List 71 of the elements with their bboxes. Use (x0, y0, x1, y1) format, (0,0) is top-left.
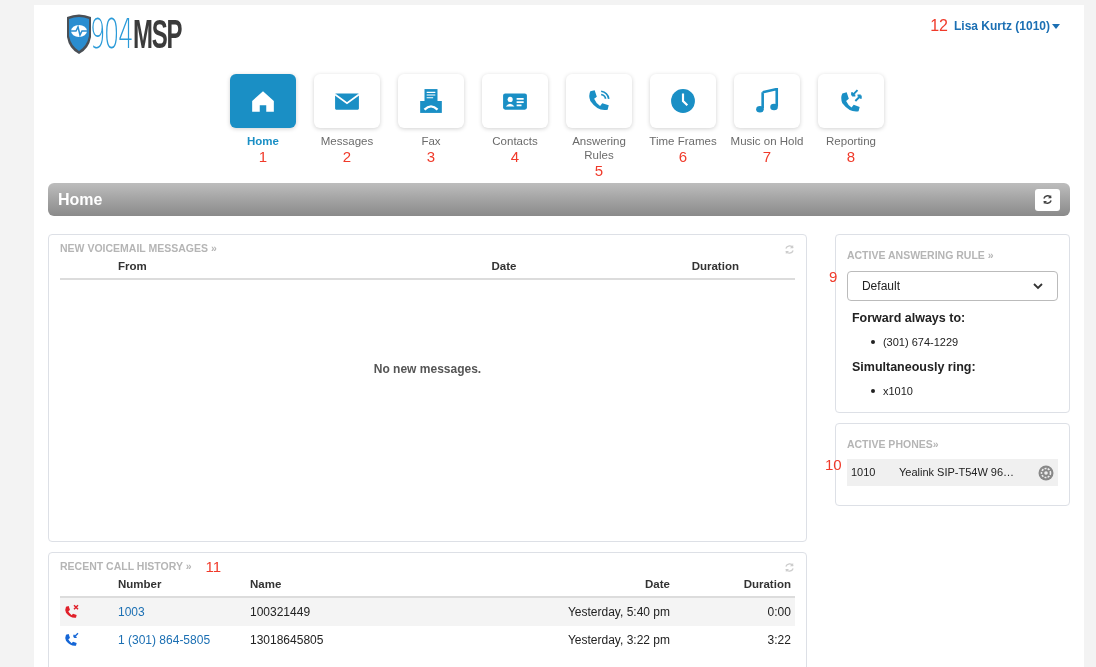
table-cell-text: 3:22 (766, 632, 792, 649)
column-header: From (117, 259, 148, 275)
table-cell-text: Yesterday, 3:22 pm (566, 632, 670, 649)
nav-label[interactable]: Time Frames (646, 134, 720, 148)
nav-label[interactable]: Fax (394, 134, 468, 148)
column-header: Number (117, 577, 163, 593)
annotation-number: 11 (205, 560, 222, 574)
refresh-icon (783, 561, 795, 573)
extension-text: 1010 (850, 465, 877, 481)
device-name: Yealink SIP-T54W 96… (898, 465, 1016, 481)
annotation-number: 6 (678, 150, 688, 164)
refresh-button[interactable] (1035, 188, 1060, 211)
refresh-icon (783, 243, 795, 255)
nav-tile[interactable] (650, 74, 716, 128)
phone-arrows-icon (838, 88, 864, 114)
chevron-down-icon (1033, 282, 1043, 290)
user-menu[interactable]: Lisa Kurtz (1010) (953, 17, 1060, 35)
fax-icon (418, 88, 444, 114)
annotation-number: 9 (828, 267, 838, 287)
annotation-number: 7 (762, 150, 772, 164)
gear-icon[interactable] (1038, 464, 1054, 481)
bullet-icon (870, 389, 875, 394)
music-note-icon (754, 88, 780, 114)
nav-label[interactable]: Music on Hold (730, 134, 804, 148)
annotation-number: 12 (930, 16, 948, 36)
table-cell-text: Yesterday, 5:40 pm (566, 604, 670, 621)
nav-tile[interactable] (566, 74, 632, 128)
incoming-call-icon (64, 632, 80, 648)
annotation-number: 10 (824, 455, 842, 475)
column-header: Date (644, 577, 670, 593)
nav-tile[interactable] (314, 74, 380, 128)
table-cell-text: 0:00 (766, 604, 792, 621)
call-row[interactable]: 1003 100321449 Yesterday, 5:40 pm 0:00 (60, 598, 795, 626)
annotation-number: 4 (510, 150, 520, 164)
nav-tile[interactable] (230, 74, 296, 128)
table-cell-text: 100321449 (250, 604, 312, 621)
annotation-number: 2 (342, 150, 352, 164)
caret-icon (1052, 23, 1060, 29)
rule-heading: Forward always to: (851, 310, 967, 327)
annotation-number: 5 (594, 164, 604, 178)
column-header: Name (250, 577, 283, 593)
nav-tile[interactable] (818, 74, 884, 128)
table-cell-text: 13018645805 (250, 632, 325, 649)
phone-number-link[interactable]: 1003 (118, 603, 250, 621)
column-header: Duration (742, 577, 792, 593)
nav-tile[interactable] (398, 74, 464, 128)
refresh-icon (1042, 194, 1053, 205)
annotation-number: 3 (426, 150, 436, 164)
rule-heading: Simultaneously ring: (851, 359, 977, 377)
empty-message: No new messages. (372, 361, 483, 378)
shield-icon (66, 13, 92, 55)
column-header: Date (490, 259, 518, 275)
column-header: Duration (690, 259, 740, 275)
annotation-number: 8 (846, 150, 856, 164)
bullet-icon (870, 340, 875, 344)
rule-target: x1010 (882, 384, 913, 399)
page-title: Home (58, 189, 103, 210)
nav-tile[interactable] (734, 74, 800, 128)
phone-number-link[interactable]: 1 (301) 864-5805 (118, 631, 250, 649)
nav-label[interactable]: Contacts (478, 134, 552, 148)
nav-label[interactable]: Messages (310, 134, 384, 148)
clock-icon (670, 88, 696, 114)
nav-label[interactable]: Reporting (814, 134, 888, 148)
rule-target: (301) 674-1229 (882, 334, 959, 350)
missed-call-icon (64, 604, 80, 620)
nav-label[interactable]: Home (226, 134, 300, 148)
phone-row[interactable]: 1010 Yealink SIP-T54W 96… (846, 459, 1058, 486)
annotation-number: 1 (258, 150, 268, 164)
rule-select[interactable]: Default (846, 271, 1058, 301)
nav-label[interactable]: Answering Rules (562, 134, 636, 162)
nav-tile[interactable] (482, 74, 548, 128)
